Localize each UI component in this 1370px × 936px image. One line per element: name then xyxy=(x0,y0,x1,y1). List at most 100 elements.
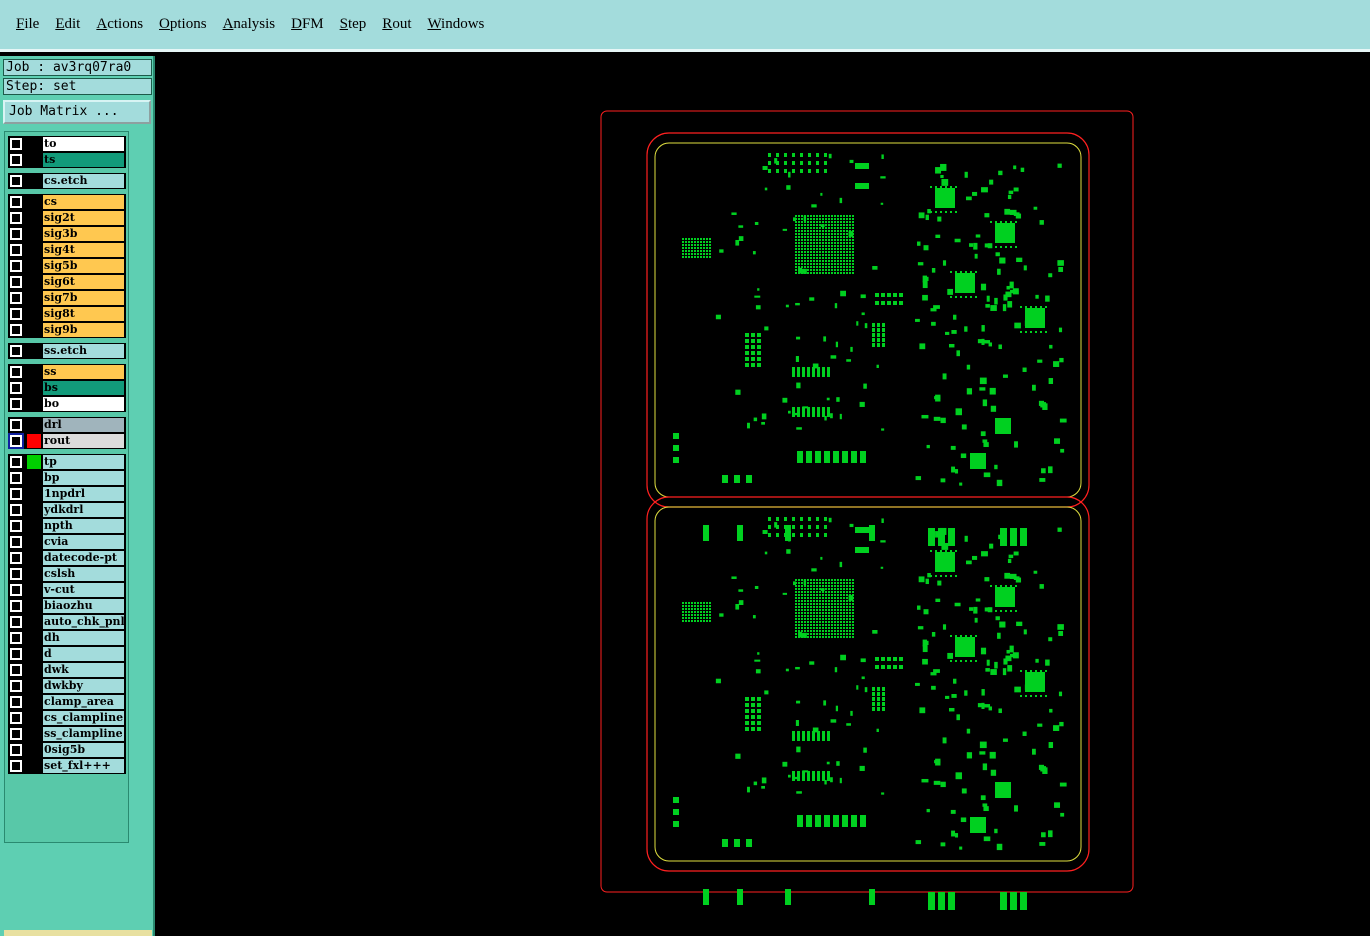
layer-checkbox[interactable] xyxy=(8,433,24,449)
layer-checkbox[interactable] xyxy=(10,728,22,740)
menu-file[interactable]: File xyxy=(16,16,39,33)
layer-row-sig8t[interactable]: sig8t xyxy=(8,306,126,322)
layer-checkbox[interactable] xyxy=(10,196,22,208)
pad xyxy=(846,624,848,626)
pad xyxy=(826,397,830,401)
pad xyxy=(833,451,839,463)
layer-row-1npdrl[interactable]: 1npdrl xyxy=(8,486,126,502)
layer-checkbox[interactable] xyxy=(10,632,22,644)
layer-row-sig4t[interactable]: sig4t xyxy=(8,242,126,258)
graphics-canvas[interactable] xyxy=(155,56,1370,936)
layer-checkbox[interactable] xyxy=(10,456,22,468)
layer-checkbox[interactable] xyxy=(10,552,22,564)
pad xyxy=(1058,266,1064,272)
layer-row-dwkby[interactable]: dwkby xyxy=(8,678,126,694)
layer-checkbox[interactable] xyxy=(10,536,22,548)
layer-checkbox[interactable] xyxy=(10,382,22,394)
layer-checkbox[interactable] xyxy=(10,175,22,187)
layer-checkbox[interactable] xyxy=(10,760,22,772)
menu-windows[interactable]: Windows xyxy=(427,16,484,33)
layer-row-cs.etch[interactable]: cs.etch xyxy=(8,173,126,189)
layer-row-dh[interactable]: dh xyxy=(8,630,126,646)
menu-rout[interactable]: Rout xyxy=(382,16,411,33)
layer-row-to[interactable]: to xyxy=(8,136,126,152)
layer-checkbox[interactable] xyxy=(10,345,22,357)
layer-row-ss.etch[interactable]: ss.etch xyxy=(8,343,126,359)
layer-checkbox[interactable] xyxy=(10,228,22,240)
layer-checkbox[interactable] xyxy=(10,292,22,304)
layer-row-rout[interactable]: rout xyxy=(8,433,126,449)
layer-checkbox[interactable] xyxy=(10,244,22,256)
layer-row-cvia[interactable]: cvia xyxy=(8,534,126,550)
layer-checkbox[interactable] xyxy=(10,138,22,150)
menu-actions[interactable]: Actions xyxy=(96,16,143,33)
menu-dfm[interactable]: DFM xyxy=(291,16,324,33)
layer-checkbox[interactable] xyxy=(10,504,22,516)
layer-row-sig2t[interactable]: sig2t xyxy=(8,210,126,226)
menu-analysis[interactable]: Analysis xyxy=(223,16,276,33)
layer-checkbox[interactable] xyxy=(10,398,22,410)
layer-row-biaozhu[interactable]: biaozhu xyxy=(8,598,126,614)
layer-checkbox[interactable] xyxy=(10,366,22,378)
layer-checkbox[interactable] xyxy=(10,696,22,708)
layer-checkbox[interactable] xyxy=(10,568,22,580)
layer-checkbox[interactable] xyxy=(10,584,22,596)
layer-checkbox[interactable] xyxy=(10,600,22,612)
menu-options[interactable]: Options xyxy=(159,16,207,33)
layer-row-cslsh[interactable]: cslsh xyxy=(8,566,126,582)
layer-checkbox[interactable] xyxy=(10,260,22,272)
layer-row-auto_chk_pnl[interactable]: auto_chk_pnl xyxy=(8,614,126,630)
layer-checkbox[interactable] xyxy=(10,419,22,431)
layer-row-d[interactable]: d xyxy=(8,646,126,662)
layer-row-cs[interactable]: cs xyxy=(8,194,126,210)
layer-checkbox[interactable] xyxy=(10,744,22,756)
job-matrix-button[interactable]: Job Matrix ... xyxy=(3,100,151,124)
layer-checkbox[interactable] xyxy=(10,308,22,320)
layer-checkbox[interactable] xyxy=(10,680,22,692)
layer-checkbox[interactable] xyxy=(10,472,22,484)
pad xyxy=(1053,725,1060,731)
layer-row-bo[interactable]: bo xyxy=(8,396,126,412)
layer-checkbox[interactable] xyxy=(10,616,22,628)
layer-checkbox[interactable] xyxy=(10,648,22,660)
menu-step[interactable]: Step xyxy=(340,16,367,33)
layer-row-ss[interactable]: ss xyxy=(8,364,126,380)
pad xyxy=(1004,572,1011,579)
layer-row-sig7b[interactable]: sig7b xyxy=(8,290,126,306)
pad xyxy=(872,687,875,691)
layer-row-sig9b[interactable]: sig9b xyxy=(8,322,126,338)
layer-row-ydkdrl[interactable]: ydkdrl xyxy=(8,502,126,518)
layer-checkbox[interactable] xyxy=(10,520,22,532)
pad xyxy=(935,186,937,188)
layer-row-0sig5b[interactable]: 0sig5b xyxy=(8,742,126,758)
layer-checkbox[interactable] xyxy=(10,664,22,676)
pad xyxy=(801,591,803,593)
pad xyxy=(697,602,699,604)
layer-row-datecode-pt[interactable]: datecode-pt xyxy=(8,550,126,566)
layer-row-bs[interactable]: bs xyxy=(8,380,126,396)
layer-row-v-cut[interactable]: v-cut xyxy=(8,582,126,598)
layer-row-set_fxl+++[interactable]: set_fxl+++ xyxy=(8,758,126,774)
layer-row-tp[interactable]: tp xyxy=(8,454,126,470)
layer-checkbox[interactable] xyxy=(10,212,22,224)
layer-checkbox[interactable] xyxy=(10,154,22,166)
layer-checkbox[interactable] xyxy=(10,712,22,724)
layer-row-bp[interactable]: bp xyxy=(8,470,126,486)
menu-edit[interactable]: Edit xyxy=(55,16,80,33)
layer-checkbox[interactable] xyxy=(10,324,22,336)
layer-checkbox[interactable] xyxy=(10,276,22,288)
layer-row-npth[interactable]: npth xyxy=(8,518,126,534)
layer-row-drl[interactable]: drl xyxy=(8,417,126,433)
pad xyxy=(764,187,768,191)
layer-row-sig5b[interactable]: sig5b xyxy=(8,258,126,274)
layer-row-clamp_area[interactable]: clamp_area xyxy=(8,694,126,710)
layer-row-ss_clampline[interactable]: ss_clampline xyxy=(8,726,126,742)
layer-row-ts[interactable]: ts xyxy=(8,152,126,168)
layer-row-dwk[interactable]: dwk xyxy=(8,662,126,678)
layer-row-sig6t[interactable]: sig6t xyxy=(8,274,126,290)
layer-row-sig3b[interactable]: sig3b xyxy=(8,226,126,242)
layer-row-cs_clampline[interactable]: cs_clampline xyxy=(8,710,126,726)
layer-checkbox[interactable] xyxy=(10,488,22,500)
pad xyxy=(828,600,830,602)
pad xyxy=(986,295,990,302)
